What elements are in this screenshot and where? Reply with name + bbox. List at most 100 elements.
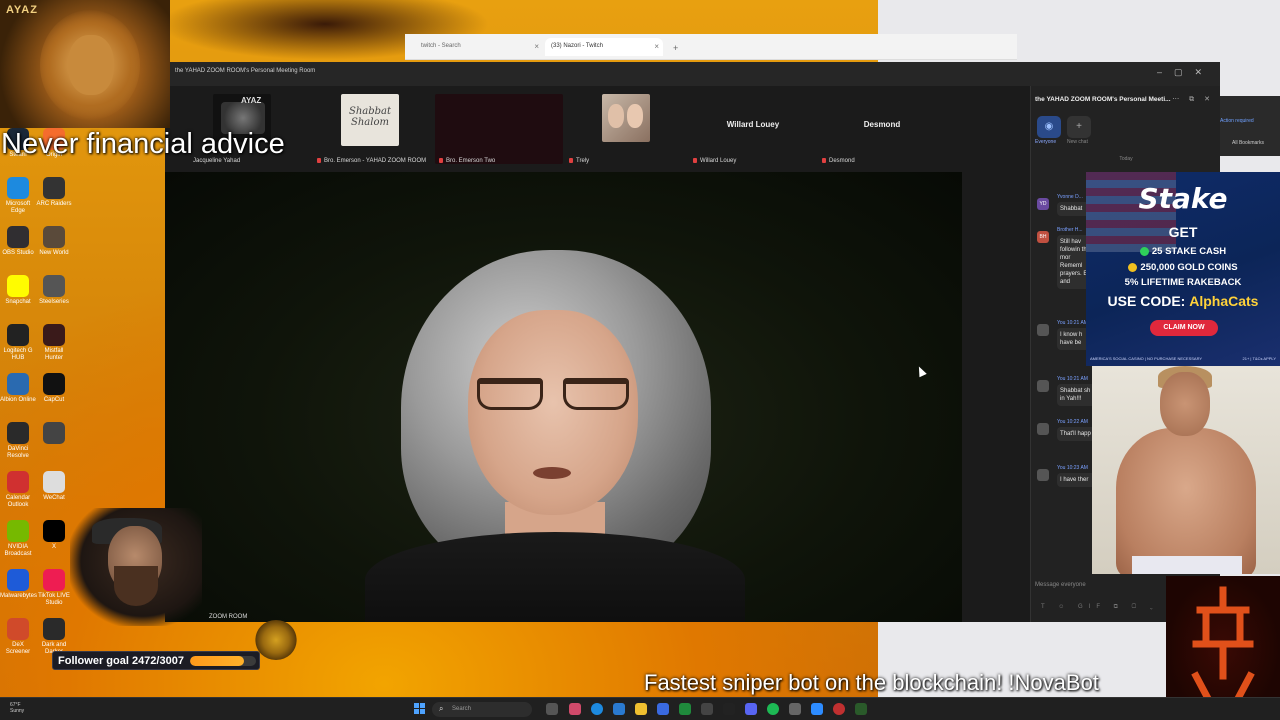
desktop-icon-label: Calendar Outlook [5, 495, 31, 508]
browser-side-fragment: Action required All Bookmarks [1218, 96, 1280, 156]
new-chat-icon[interactable]: + [1067, 116, 1091, 138]
lion-face [68, 35, 114, 95]
everyone-tab-icon[interactable]: ◉ [1037, 116, 1061, 138]
app-icon[interactable] [789, 703, 801, 715]
participant-name: Trely [569, 157, 589, 164]
app-icon[interactable] [657, 703, 669, 715]
desktop-icon[interactable]: Snapchat [0, 275, 36, 306]
app-icon [7, 324, 29, 346]
participant-tile[interactable]: Willard Louey Willard Louey [693, 94, 813, 164]
ad-line-cash: 25 STAKE CASH [1086, 246, 1280, 257]
ad-line1: 25 STAKE CASH [1151, 246, 1227, 257]
participant-name-text: Bro. Emerson Two [446, 158, 496, 164]
stake-advertisement[interactable]: Stake GET 25 STAKE CASH 250,000 GOLD COI… [1086, 172, 1280, 366]
message-text: Shabbat sh in Yah!!! [1057, 384, 1097, 406]
desktop-icon[interactable]: Logitech G HUB [0, 324, 36, 362]
desktop-icon[interactable]: NVIDIA Broadcast [0, 520, 36, 558]
windows-start-icon[interactable] [414, 703, 426, 715]
window-controls[interactable]: –▢✕ [1157, 67, 1214, 78]
excel-icon[interactable] [679, 703, 691, 715]
active-speaker-video[interactable]: ZOOM ROOM [165, 172, 962, 622]
app-icon[interactable] [569, 703, 581, 715]
browser-tab[interactable]: twitch - Search × [415, 38, 543, 56]
desktop-icon[interactable]: X [36, 520, 72, 551]
message-sender: Brother H... [1057, 227, 1083, 233]
app-icon[interactable] [833, 703, 845, 715]
participant-tile[interactable]: Trely [569, 94, 659, 164]
glasses-lens [477, 378, 543, 410]
app-icon [43, 520, 65, 542]
tab-new-chat-label: New chat [1067, 139, 1088, 145]
discord-icon[interactable] [745, 703, 757, 715]
chat-toolbar[interactable]: T ☺ GIF ⧉ ▢ ⌄ [1041, 604, 1159, 611]
app-icon[interactable] [723, 703, 735, 715]
mic-muted-icon [693, 157, 697, 163]
ad-line2: 250,000 GOLD COINS [1140, 262, 1238, 273]
edge-icon[interactable] [591, 703, 603, 715]
desktop-icon[interactable]: CapCut [36, 373, 72, 404]
desktop-icon[interactable]: Calendar Outlook [0, 471, 36, 509]
close-icon[interactable]: × [534, 42, 539, 51]
app-icon [43, 618, 65, 640]
claim-now-button[interactable]: CLAIM NOW [1150, 320, 1218, 336]
desktop-icon[interactable]: DaVinci Resolve [0, 422, 36, 460]
desktop-icon[interactable]: Albion Online [0, 373, 36, 404]
store-icon[interactable] [613, 703, 625, 715]
weather-widget[interactable]: 67°F Sunny [10, 702, 24, 714]
desktop-icon[interactable]: OBS Studio [0, 226, 36, 257]
avatar [1037, 423, 1049, 435]
desktop-icon-label: Malwarebytes [0, 593, 38, 599]
desktop-icon[interactable] [36, 422, 72, 446]
desktop-icon[interactable]: DeX Screener [0, 618, 36, 656]
participant-name-large: Willard Louey [726, 120, 780, 129]
search-placeholder: Search [452, 706, 472, 712]
desktop-icon[interactable]: Steelseries [36, 275, 72, 306]
ad-fineprint: AMERICA'S SOCIAL CASINO | NO PURCHASE NE… [1090, 356, 1203, 361]
streamer-webcam [70, 508, 202, 626]
participant-tile[interactable]: Shabbat Shalom Bro. Emerson - YAHAD ZOOM… [317, 94, 437, 164]
browser-tab-active[interactable]: (33) Nazori - Twitch × [545, 38, 663, 56]
close-icon[interactable]: × [654, 42, 659, 51]
desktop-icon[interactable]: TikTok LIVE Studio [36, 569, 72, 607]
taskbar-search[interactable]: ⌕ Search [432, 702, 532, 717]
video-label: ZOOM ROOM [209, 614, 248, 620]
lion-logo-overlay: AYAZ [0, 0, 170, 128]
file-explorer-icon[interactable] [635, 703, 647, 715]
app-icon [43, 324, 65, 346]
app-icon [43, 373, 65, 395]
message-sender: Yvonne D... [1057, 194, 1083, 200]
zoom-icon[interactable] [811, 703, 823, 715]
message-sender: You 10:23 AM [1057, 465, 1088, 471]
task-view-icon[interactable] [546, 703, 558, 715]
desktop-icon-label: WeChat [43, 495, 65, 501]
ad-line3: 5% LIFETIME RAKEBACK [1124, 277, 1242, 288]
new-tab-button[interactable]: + [667, 38, 683, 56]
chat-window-controls[interactable]: ⋯ ⧉ ✕ [1172, 95, 1214, 104]
desktop-icon[interactable]: Mistfall Hunter [36, 324, 72, 362]
desktop-icon-label: Steelseries [39, 299, 69, 305]
app-icon[interactable] [855, 703, 867, 715]
chat-message-input[interactable]: Message everyone [1035, 582, 1086, 588]
participant-tile[interactable]: Bro. Emerson Two [435, 94, 563, 164]
app-icon[interactable] [701, 703, 713, 715]
desktop-icon[interactable]: Microsoft Edge [0, 177, 36, 215]
desktop-icon-label: TikTok LIVE Studio [38, 593, 70, 606]
app-icon [7, 471, 29, 493]
app-icon [7, 569, 29, 591]
all-bookmarks-label[interactable]: All Bookmarks [1232, 140, 1264, 146]
cash-coin-icon [1139, 246, 1149, 256]
message-sender: You 10:22 AM [1057, 419, 1088, 425]
desktop-icon[interactable]: WeChat [36, 471, 72, 502]
desktop-icon[interactable]: New World [36, 226, 72, 257]
app-icon [7, 373, 29, 395]
action-required-label[interactable]: Action required [1220, 118, 1254, 124]
spotify-icon[interactable] [767, 703, 779, 715]
mic-muted-icon [439, 157, 443, 163]
desktop-icon[interactable]: Malwarebytes [0, 569, 38, 600]
chat-message: You 10:21 AM Shabbat sh in Yah!!! [1037, 376, 1097, 406]
desktop-icon-label: ARC Raiders [36, 201, 72, 207]
desktop-icon[interactable]: ARC Raiders [36, 177, 72, 208]
follower-goal-widget: Follower goal 2472/3007 [52, 651, 260, 670]
participant-tile[interactable]: Desmond Desmond [822, 94, 942, 164]
avatar: YD [1037, 198, 1049, 210]
